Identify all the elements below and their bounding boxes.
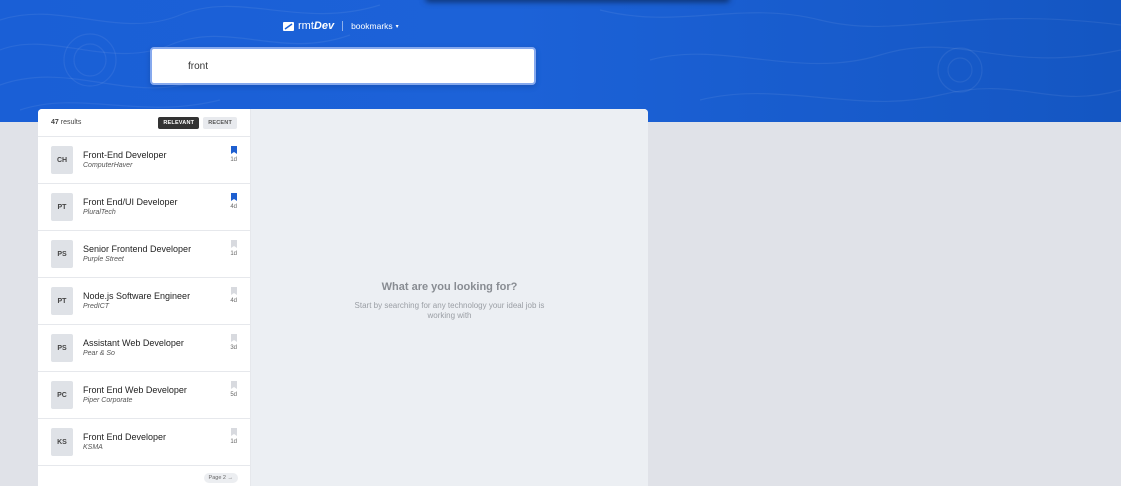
job-company: Purple Street — [83, 256, 124, 263]
job-badge: PS — [51, 334, 73, 362]
job-meta: 4d — [230, 287, 237, 304]
job-info: Front End Web Developer Piper Corporate — [83, 385, 187, 405]
sort-recent-button[interactable]: RECENT — [203, 116, 237, 129]
results-count-suffix: results — [58, 119, 82, 126]
results-count-number: 47 — [51, 119, 59, 126]
job-info: Senior Frontend Developer Purple Street — [83, 244, 191, 264]
main-container: 47 results RELEVANT RECENT CH Front-End D… — [38, 109, 648, 486]
job-company: Pear & So — [83, 350, 115, 357]
job-list-item[interactable]: KS Front End Developer KSMA 1d — [38, 419, 250, 466]
sidebar: 47 results RELEVANT RECENT CH Front-End D… — [38, 109, 251, 486]
job-list-item[interactable]: PS Assistant Web Developer Pear & So 3d — [38, 325, 250, 372]
job-list: CH Front-End Developer ComputerHaver 1d PT Fr… — [38, 137, 250, 466]
job-meta: 3d — [230, 334, 237, 351]
search-form — [150, 47, 536, 85]
search-input[interactable] — [188, 57, 518, 75]
job-info: Front-End Developer ComputerHaver — [83, 150, 167, 170]
job-age: 4d — [230, 204, 237, 210]
job-age: 1d — [230, 251, 237, 257]
job-company: PredICT — [83, 303, 110, 310]
job-title: Node.js Software Engineer — [83, 291, 191, 301]
job-company: Piper Corporate — [83, 397, 133, 404]
job-meta: 4d — [230, 193, 237, 210]
sort-buttons: RELEVANT RECENT — [158, 116, 237, 129]
bookmark-icon[interactable] — [230, 240, 237, 248]
bookmark-icon[interactable] — [230, 428, 237, 436]
logo[interactable]: rmt Dev — [283, 20, 334, 32]
job-meta: 1d — [230, 240, 237, 257]
job-age: 1d — [230, 157, 237, 163]
empty-state-text: Start by searching for any technology yo… — [354, 301, 545, 320]
job-info: Assistant Web Developer Pear & So — [83, 338, 184, 358]
job-meta: 5d — [230, 381, 237, 398]
job-list-item[interactable]: CH Front-End Developer ComputerHaver 1d — [38, 137, 250, 184]
chevron-down-icon: ▾ — [395, 23, 399, 30]
job-age: 4d — [230, 298, 237, 304]
nav-divider — [342, 21, 344, 31]
job-list-item[interactable]: PS Senior Frontend Developer Purple Street… — [38, 231, 250, 278]
empty-state-title: What are you looking for? — [381, 281, 518, 293]
job-badge: PT — [51, 193, 73, 221]
job-company: PluralTech — [83, 209, 116, 216]
logo-icon — [283, 22, 294, 31]
job-title: Front-End Developer — [83, 150, 167, 160]
next-page-button[interactable]: Page 2 → — [203, 473, 238, 483]
job-details-panel: What are you looking for? Start by searc… — [251, 109, 648, 486]
job-age: 1d — [230, 439, 237, 445]
bookmarks-label: bookmarks — [351, 21, 393, 31]
job-meta: 1d — [230, 146, 237, 163]
bookmark-icon[interactable] — [230, 287, 237, 295]
bookmarks-button[interactable]: bookmarks ▾ — [351, 21, 399, 31]
sidebar-top: 47 results RELEVANT RECENT — [38, 109, 250, 137]
job-badge: PC — [51, 381, 73, 409]
job-badge: KS — [51, 428, 73, 456]
job-company: KSMA — [83, 444, 103, 451]
job-title: Assistant Web Developer — [83, 338, 184, 348]
job-title: Front End Developer — [83, 432, 167, 442]
job-info: Front End Developer KSMA — [83, 432, 166, 452]
job-meta: 1d — [230, 428, 237, 445]
job-badge: CH — [51, 146, 73, 174]
pagination: Page 2 → — [38, 471, 251, 486]
job-info: Front End/UI Developer PluralTech — [83, 197, 178, 217]
bookmark-icon[interactable] — [230, 193, 237, 201]
bookmark-icon[interactable] — [230, 146, 237, 154]
results-count: 47 results — [51, 119, 81, 126]
sort-relevant-button[interactable]: RELEVANT — [158, 116, 200, 129]
job-age: 3d — [230, 345, 237, 351]
job-badge: PT — [51, 287, 73, 315]
job-title: Senior Frontend Developer — [83, 244, 192, 254]
job-title: Front End Web Developer — [83, 385, 187, 395]
job-badge: PS — [51, 240, 73, 268]
job-info: Node.js Software Engineer PredICT — [83, 291, 190, 311]
logo-text-bold: Dev — [313, 20, 335, 32]
job-list-item[interactable]: PC Front End Web Developer Piper Corporate… — [38, 372, 250, 419]
bookmark-icon[interactable] — [230, 381, 237, 389]
job-list-item[interactable]: PT Front End/UI Developer PluralTech 4d — [38, 184, 250, 231]
job-title: Front End/UI Developer — [83, 197, 178, 207]
bookmark-icon[interactable] — [230, 334, 237, 342]
logo-text-light: rmt — [298, 20, 314, 32]
job-company: ComputerHaver — [83, 162, 133, 169]
job-list-item[interactable]: PT Node.js Software Engineer PredICT 4d — [38, 278, 250, 325]
job-age: 5d — [230, 392, 237, 398]
top-nav: rmt Dev bookmarks ▾ — [283, 19, 399, 33]
